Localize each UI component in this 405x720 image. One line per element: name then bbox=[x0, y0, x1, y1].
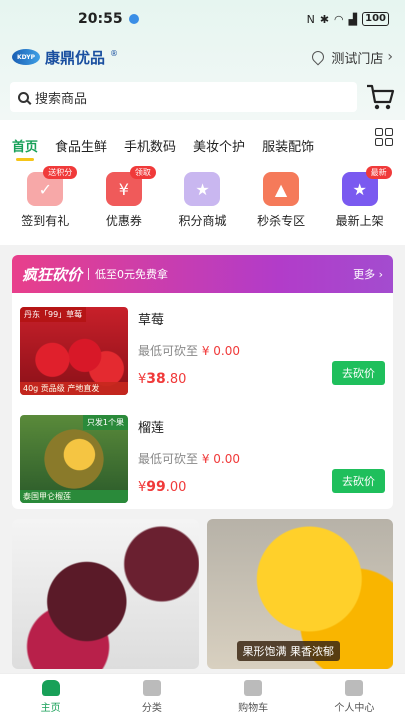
quick-label: 积分商城 bbox=[178, 214, 227, 228]
tab-clothing[interactable]: 服装配饰 bbox=[262, 136, 314, 155]
quick-flash-sale[interactable]: ▲ 秒杀专区 bbox=[245, 172, 317, 229]
logo-registered: ® bbox=[110, 48, 119, 58]
bargain-button[interactable]: 去砍价 bbox=[332, 469, 385, 493]
bargain-subtitle: 低至0元免费拿 bbox=[95, 268, 169, 281]
product-image-footer: 40g 贡品级 产地直发 bbox=[20, 382, 128, 395]
cart-icon[interactable] bbox=[365, 83, 395, 111]
header: KDYP 康鼎优品 ® 测试门店 › bbox=[0, 38, 405, 76]
product-image: 丹东「99」草莓 40g 贡品级 产地直发 bbox=[20, 307, 128, 395]
tab-digital[interactable]: 手机数码 bbox=[124, 136, 176, 155]
quick-badge: 领取 bbox=[129, 166, 156, 179]
logo-mark-icon: KDYP bbox=[12, 49, 40, 65]
product-info: 草莓 最低可砍至 ¥ 0.00 ¥38.80 去砍价 bbox=[138, 307, 385, 389]
battery-icon: 100 bbox=[362, 12, 389, 26]
nfc-icon: N bbox=[306, 12, 315, 26]
brand-logo: KDYP 康鼎优品 ® bbox=[12, 47, 118, 68]
quick-new-arrivals[interactable]: ★ 最新 最新上架 bbox=[324, 166, 396, 229]
tab-home-bottom[interactable]: 主页 bbox=[11, 674, 91, 720]
quick-badge: 最新 bbox=[365, 166, 392, 179]
bluetooth-icon: ✱ bbox=[319, 12, 330, 26]
all-categories-icon[interactable] bbox=[375, 128, 393, 146]
status-bar: 20:55 N ✱ ◠ ▟ 100 bbox=[0, 0, 405, 38]
bargain-button[interactable]: 去砍价 bbox=[332, 361, 385, 385]
product-name: 榴莲 bbox=[138, 421, 165, 436]
star-icon: ★ bbox=[184, 172, 221, 206]
fire-icon: ▲ bbox=[263, 172, 300, 206]
tab-cart-bottom[interactable]: 购物车 bbox=[213, 674, 293, 720]
search-row: 搜索商品 bbox=[0, 76, 405, 112]
product-item[interactable]: 只发1个果 泰国甲仑榴莲 榴莲 最低可砍至 ¥ 0.00 ¥99.00 去砍价 bbox=[12, 401, 393, 509]
notification-icon bbox=[128, 14, 139, 24]
product-name: 草莓 bbox=[138, 313, 165, 328]
quick-checkin[interactable]: ✓ 送积分 签到有礼 bbox=[9, 166, 81, 229]
store-name: 测试门店 bbox=[331, 51, 384, 67]
tab-food[interactable]: 食品生鲜 bbox=[55, 136, 107, 155]
banner-divider bbox=[88, 268, 90, 280]
product-min-price: 最低可砍至 ¥ 0.00 bbox=[138, 452, 241, 466]
quick-entries: ✓ 送积分 签到有礼 ¥ 领取 优惠券 ★ 积分商城 ▲ 秒杀专区 ★ 最新 最… bbox=[0, 160, 405, 245]
search-input[interactable]: 搜索商品 bbox=[10, 82, 357, 112]
quick-points-mall[interactable]: ★ 积分商城 bbox=[166, 172, 238, 229]
quick-coupon[interactable]: ¥ 领取 优惠券 bbox=[88, 166, 160, 229]
logo-text: 康鼎优品 bbox=[45, 48, 106, 67]
quick-label: 签到有礼 bbox=[21, 214, 70, 228]
product-image-tag: 丹东「99」草莓 bbox=[20, 307, 87, 322]
chevron-right-icon: › bbox=[387, 49, 393, 65]
search-placeholder: 搜索商品 bbox=[35, 91, 88, 107]
wifi-icon: ◠ bbox=[334, 12, 344, 26]
tab-category-bottom[interactable]: 分类 bbox=[112, 674, 192, 720]
tab-profile-bottom[interactable]: 个人中心 bbox=[314, 674, 394, 720]
tab-label: 个人中心 bbox=[334, 703, 375, 714]
status-time-text: 20:55 bbox=[78, 11, 123, 27]
status-icons: N ✱ ◠ ▟ 100 bbox=[307, 12, 389, 26]
tab-label: 分类 bbox=[141, 703, 162, 714]
cart-icon bbox=[244, 680, 263, 696]
bargain-title: 疯狂砍价 bbox=[22, 265, 83, 284]
bottom-tab-bar: 主页 分类 购物车 个人中心 bbox=[0, 673, 405, 720]
status-time: 20:55 bbox=[78, 11, 139, 27]
product-image: 只发1个果 泰国甲仑榴莲 bbox=[20, 415, 128, 503]
product-min-price: 最低可砍至 ¥ 0.00 bbox=[138, 344, 241, 358]
home-icon bbox=[41, 680, 60, 696]
signal-icon: ▟ bbox=[348, 12, 358, 26]
product-card[interactable]: 果形饱满 果香浓郁 bbox=[206, 519, 393, 669]
more-link[interactable]: 更多 › bbox=[353, 266, 383, 282]
quick-label: 优惠券 bbox=[105, 214, 142, 228]
quick-badge: 送积分 bbox=[43, 166, 78, 179]
tab-label: 主页 bbox=[40, 703, 61, 714]
bargain-banner: 疯狂砍价 低至0元免费拿 更多 › bbox=[12, 255, 393, 293]
quick-label: 秒杀专区 bbox=[257, 214, 306, 228]
product-info: 榴莲 最低可砍至 ¥ 0.00 ¥99.00 去砍价 bbox=[138, 415, 385, 497]
product-item[interactable]: 丹东「99」草莓 40g 贡品级 产地直发 草莓 最低可砍至 ¥ 0.00 ¥3… bbox=[12, 293, 393, 401]
quick-label: 最新上架 bbox=[335, 214, 384, 228]
product-image-tag: 只发1个果 bbox=[82, 415, 128, 430]
product-card-caption: 果形饱满 果香浓郁 bbox=[236, 641, 340, 661]
bargain-section: 疯狂砍价 低至0元免费拿 更多 › 丹东「99」草莓 40g 贡品级 产地直发 … bbox=[12, 255, 393, 509]
tab-beauty[interactable]: 美妆个护 bbox=[193, 136, 245, 155]
search-icon bbox=[18, 91, 29, 103]
location-pin-icon bbox=[309, 48, 327, 66]
user-icon bbox=[345, 680, 364, 696]
tab-label: 购物车 bbox=[238, 703, 269, 714]
category-tabs: 首页 食品生鲜 手机数码 美妆个护 服装配饰 bbox=[0, 120, 405, 161]
category-icon bbox=[142, 680, 161, 696]
product-card[interactable] bbox=[12, 519, 199, 669]
top-area: 20:55 N ✱ ◠ ▟ 100 KDYP 康鼎优品 ® 测试门店 › 搜索商… bbox=[0, 0, 405, 120]
product-image-footer: 泰国甲仑榴莲 bbox=[20, 490, 128, 503]
tab-home[interactable]: 首页 bbox=[12, 136, 38, 161]
product-cards: 果形饱满 果香浓郁 bbox=[0, 509, 405, 669]
store-selector[interactable]: 测试门店 › bbox=[309, 48, 393, 67]
